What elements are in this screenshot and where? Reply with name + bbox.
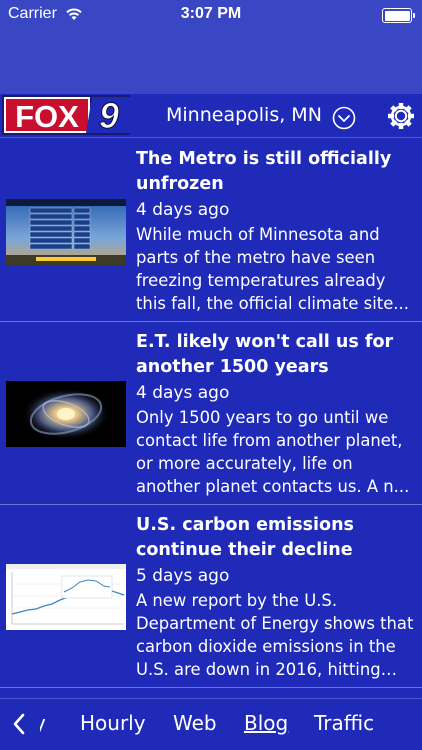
status-bar: Carrier 3:07 PM — [0, 0, 422, 30]
article-thumbnail — [6, 199, 126, 265]
article-date: 5 days ago — [136, 566, 230, 586]
tab-blog[interactable]: Blog — [244, 711, 288, 735]
tab-hourly[interactable]: Hourly — [80, 711, 146, 735]
article-item[interactable]: The Metro is still officially unfrozen 4… — [0, 139, 422, 322]
article-thumbnail — [6, 564, 126, 630]
article-item[interactable]: E.T. likely won't call us for another 15… — [0, 322, 422, 505]
tab-traffic[interactable]: Traffic — [314, 711, 374, 735]
article-date: 4 days ago — [136, 383, 230, 403]
status-time: 3:07 PM — [180, 5, 242, 22]
article-thumbnail — [6, 381, 126, 447]
fox9-logo: FOX 9 — [2, 95, 130, 135]
logo-text: FOX — [15, 99, 79, 134]
chevron-left-icon[interactable] — [10, 711, 28, 737]
navigation-bar — [0, 30, 422, 94]
gear-icon[interactable] — [386, 101, 416, 131]
article-title: The Metro is still officially unfrozen — [136, 149, 392, 194]
tab-partial-label: y — [40, 711, 46, 735]
tab-web[interactable]: Web — [173, 711, 217, 735]
battery-icon — [382, 8, 415, 23]
article-title: U.S. carbon emissions continue their dec… — [136, 515, 354, 560]
bottom-tab-bar: y Hourly Web Blog Traffic — [0, 698, 422, 750]
article-summary: Only 1500 years to go until we contact l… — [136, 408, 410, 496]
emissions-chart-image — [6, 564, 126, 630]
logo-number: 9 — [99, 95, 119, 135]
article-date: 4 days ago — [136, 200, 230, 220]
chevron-down-icon[interactable] — [332, 106, 356, 130]
galaxy-image — [6, 381, 126, 447]
weather-table-image — [6, 199, 126, 265]
app-header: FOX 9 Minneapolis, MN — [0, 94, 422, 138]
article-item[interactable]: U.S. carbon emissions continue their dec… — [0, 505, 422, 688]
article-summary: While much of Minnesota and parts of the… — [136, 225, 409, 313]
tab-partial[interactable]: y — [40, 711, 56, 735]
location-selector[interactable]: Minneapolis, MN — [166, 104, 322, 126]
article-summary: A new report by the U.S. Department of E… — [136, 591, 414, 679]
article-title: E.T. likely won't call us for another 15… — [136, 332, 394, 377]
